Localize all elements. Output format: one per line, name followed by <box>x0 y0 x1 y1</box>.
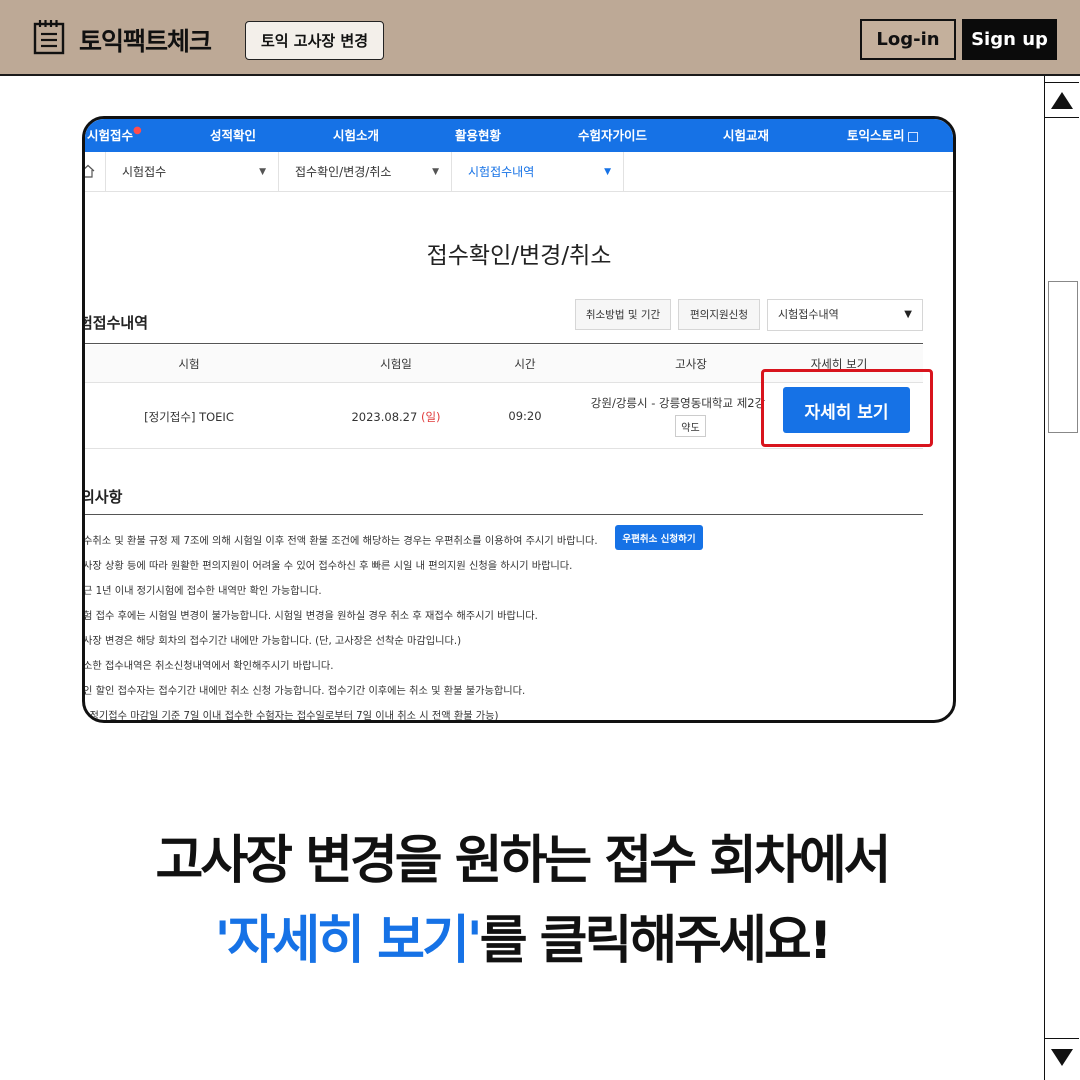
brand-title[interactable]: 토익팩트체크 <box>79 22 212 58</box>
signup-button[interactable]: Sign up <box>962 19 1057 60</box>
login-button[interactable]: Log-in <box>860 19 956 60</box>
cell-exam: [정기접수] TOEIC <box>144 410 234 424</box>
triangle-down-icon <box>1051 1049 1073 1066</box>
notice-item: 근 1년 이내 정기시험에 접수한 내역만 확인 가능합니다. <box>83 586 322 597</box>
subnav-register[interactable]: 시험접수 ▼ <box>105 152 278 192</box>
notice-item: 인 할인 접수자는 접수기간 내에만 취소 신청 가능합니다. 접수기간 이후에… <box>83 686 526 697</box>
caret-down-icon: ▼ <box>432 167 439 177</box>
notice-item: · 정기접수 마감일 기준 7일 이내 접수한 수험자는 접수일로부터 7일 이… <box>83 711 499 722</box>
vertical-scrollbar[interactable] <box>1044 76 1080 1080</box>
caption-line-2: '자세히 보기'를 클릭해주세요! <box>0 898 1044 973</box>
notice-title: 의사항 <box>82 488 123 506</box>
cell-time: 09:20 <box>508 409 542 423</box>
cell-venue: 강원/강릉시 - 강릉영동대학교 제2강 <box>590 396 766 410</box>
main-nav: 시험접수● 성적확인 시험소개 활용현황 수험자가이드 시험교재 토익스토리 <box>85 119 953 152</box>
notice-divider <box>85 514 923 515</box>
scroll-down-button[interactable] <box>1045 1038 1079 1076</box>
caret-down-icon: ▼ <box>259 167 266 177</box>
caption-rest: 를 클릭해주세요! <box>479 911 833 971</box>
col-date: 시험일 <box>380 357 412 371</box>
notice-item: 사장 변경은 해당 회차의 접수기간 내에만 가능합니다. (단, 고사장은 선… <box>83 636 462 647</box>
change-venue-button[interactable]: 토익 고사장 변경 <box>245 21 384 60</box>
nav-item-books[interactable]: 시험교재 <box>723 125 769 144</box>
col-venue: 고사장 <box>675 357 707 371</box>
caret-down-icon: ▼ <box>904 309 912 320</box>
nav-item-usage[interactable]: 활용현황 <box>455 125 501 144</box>
cell-date: 2023.08.27 (일) <box>351 410 441 424</box>
page-title: 접수확인/변경/취소 <box>426 243 612 269</box>
scroll-thumb[interactable] <box>1048 281 1078 433</box>
subnav-confirm[interactable]: 접수확인/변경/취소 ▼ <box>278 152 451 192</box>
convenience-support-button[interactable]: 편의지원신청 <box>678 299 760 330</box>
nav-item-story[interactable]: 토익스토리 <box>847 125 918 144</box>
view-detail-button[interactable]: 자세히 보기 <box>783 387 910 433</box>
notice-item: 험 접수 후에는 시험일 변경이 불가능합니다. 시험일 변경을 원하실 경우 … <box>83 611 538 622</box>
notice-item: 소한 접수내역은 취소신청내역에서 확인해주시기 바랍니다. <box>83 661 334 672</box>
notice-item: 사장 상황 등에 따라 원활한 편의지원이 어려울 수 있어 접수하신 후 빠른… <box>83 561 573 572</box>
external-link-icon <box>907 131 918 142</box>
notice-item: 수취소 및 환불 규정 제 7조에 의해 시험일 이후 전액 환불 조건에 해당… <box>83 536 598 547</box>
mail-cancel-button[interactable]: 우편취소 신청하기 <box>615 525 703 550</box>
nav-item-guide[interactable]: 수험자가이드 <box>578 125 647 144</box>
home-icon[interactable] <box>82 164 95 178</box>
section-title: 험접수내역 <box>82 314 149 332</box>
triangle-up-icon <box>1051 91 1073 109</box>
notepad-icon <box>33 20 65 55</box>
nav-item-intro[interactable]: 시험소개 <box>333 125 379 144</box>
table-top-border <box>85 343 923 344</box>
table-row-divider <box>85 448 923 449</box>
screenshot-frame: 시험접수● 성적확인 시험소개 활용현황 수험자가이드 시험교재 토익스토리 시… <box>82 116 956 723</box>
col-exam: 시험 <box>178 357 200 371</box>
scroll-up-button[interactable] <box>1045 82 1079 118</box>
history-select[interactable]: 시험접수내역 ▼ <box>767 299 923 331</box>
caption-line-1: 고사장 변경을 원하는 접수 회차에서 <box>155 831 891 891</box>
top-header: 토익팩트체크 토익 고사장 변경 Log-in Sign up <box>0 0 1080 76</box>
map-button[interactable]: 약도 <box>675 415 706 437</box>
subnav-history[interactable]: 시험접수내역 ▼ <box>451 152 624 192</box>
caption-highlight: '자세히 보기' <box>214 911 483 971</box>
nav-item-score[interactable]: 성적확인 <box>210 125 256 144</box>
col-time: 시간 <box>514 357 536 371</box>
nav-item-register[interactable]: 시험접수● <box>87 125 142 144</box>
cancel-method-button[interactable]: 취소방법 및 기간 <box>575 299 671 330</box>
sub-nav: 시험접수 ▼ 접수확인/변경/취소 ▼ 시험접수내역 ▼ <box>85 152 953 192</box>
caret-down-icon: ▼ <box>604 167 611 177</box>
